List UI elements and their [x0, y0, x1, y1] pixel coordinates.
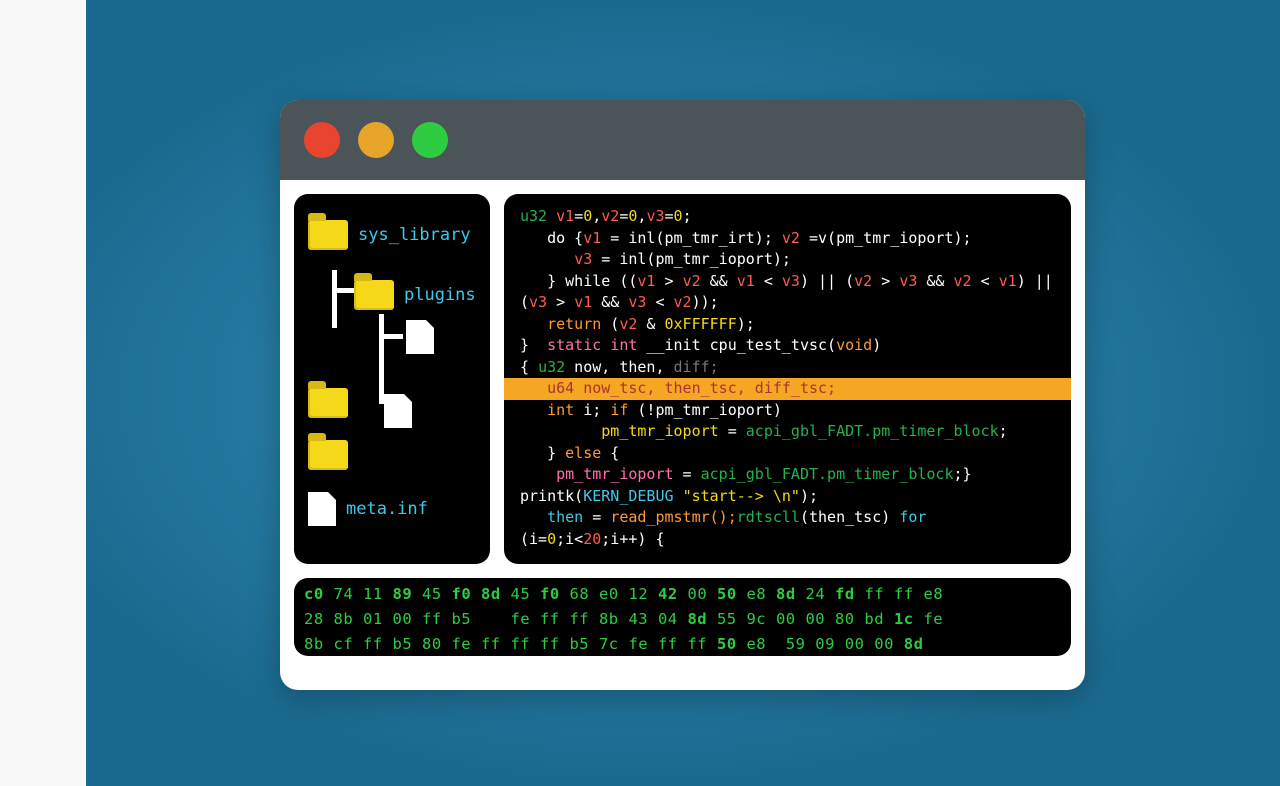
page-left-strip — [0, 0, 86, 786]
folder-node[interactable] — [308, 388, 348, 418]
titlebar — [280, 100, 1085, 180]
hex-row: 28 8b 01 00 ff b5 fe ff ff 8b 43 04 8d 5… — [304, 610, 943, 628]
minimize-icon[interactable] — [358, 122, 394, 158]
file-icon — [406, 320, 434, 354]
folder-icon — [308, 388, 348, 418]
maximize-icon[interactable] — [412, 122, 448, 158]
folder-icon — [308, 440, 348, 470]
hex-row: 8b cf ff b5 80 fe ff ff ff b5 7c fe ff f… — [304, 635, 923, 653]
hex-dump: c0 74 11 89 45 f0 8d 45 f0 68 e0 12 42 0… — [294, 578, 1071, 656]
editor-window: sys_library plugins meta.inf — [280, 100, 1085, 690]
folder-sys-library[interactable]: sys_library — [308, 220, 471, 250]
folder-label: sys_library — [358, 225, 471, 245]
file-node[interactable] — [384, 394, 412, 428]
file-icon — [384, 394, 412, 428]
file-tree: sys_library plugins meta.inf — [294, 194, 490, 564]
code-editor[interactable]: u32 v1=0,v2=0,v3=0; do {v1 = inl(pm_tmr_… — [504, 194, 1071, 564]
file-node[interactable] — [406, 320, 434, 354]
folder-label: plugins — [404, 285, 476, 305]
highlighted-line: u64 now_tsc, then_tsc, diff_tsc; — [504, 378, 1071, 400]
file-label: meta.inf — [346, 499, 428, 519]
folder-plugins[interactable]: plugins — [354, 280, 476, 310]
hex-row: c0 74 11 89 45 f0 8d 45 f0 68 e0 12 42 0… — [304, 585, 943, 603]
folder-node[interactable] — [308, 440, 348, 470]
folder-icon — [354, 280, 394, 310]
file-icon — [308, 492, 336, 526]
folder-icon — [308, 220, 348, 250]
file-meta-inf[interactable]: meta.inf — [308, 492, 428, 526]
close-icon[interactable] — [304, 122, 340, 158]
